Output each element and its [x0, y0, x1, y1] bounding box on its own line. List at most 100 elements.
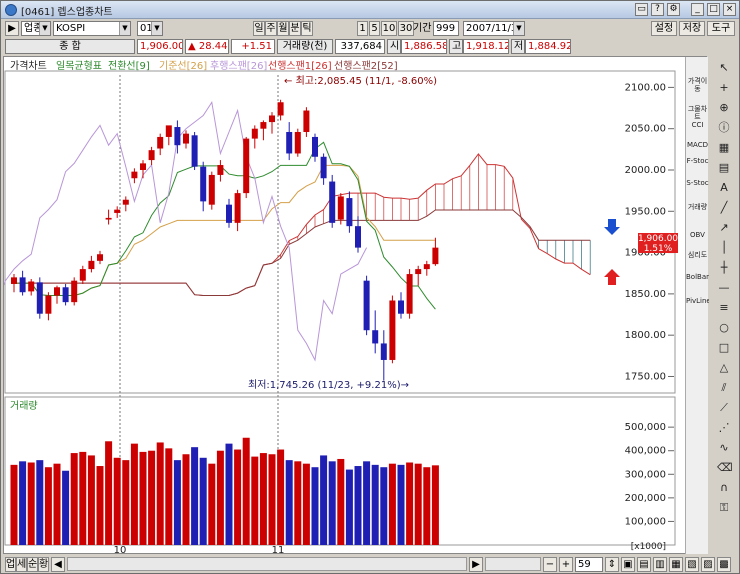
view-icon[interactable]: ▤ — [637, 557, 651, 572]
arrow-line-icon[interactable]: ↗ — [717, 221, 731, 235]
sidebar-item[interactable]: MACD — [686, 141, 709, 149]
view-icon[interactable]: ▩ — [717, 557, 731, 572]
minute-button[interactable]: 10 — [381, 21, 397, 36]
eraser-icon[interactable]: ⌫ — [717, 461, 733, 475]
scroll-left-icon[interactable]: ◀ — [51, 557, 65, 572]
vertical-line-icon[interactable]: │ — [717, 241, 731, 255]
volume-bar — [406, 462, 414, 545]
code-select[interactable]: 01 ▼ — [137, 21, 163, 36]
sidebar-item[interactable]: BolBand — [686, 273, 715, 281]
scroll-right-icon[interactable]: ▶ — [469, 557, 483, 572]
volume-bar — [53, 463, 61, 545]
sidebar-item[interactable]: OBV — [686, 231, 709, 239]
spin-icon[interactable]: ⇕ — [605, 557, 619, 572]
horizontal-line-icon[interactable]: — — [717, 281, 731, 295]
rectangle-icon[interactable]: □ — [717, 341, 731, 355]
magnet-icon[interactable]: ∩ — [717, 481, 731, 495]
legend-base: 기준선[26] — [159, 60, 207, 72]
help-icon[interactable]: ? — [651, 3, 664, 16]
maximize-icon[interactable]: □ — [707, 3, 720, 16]
sidebar-item[interactable]: PivLine — [686, 297, 711, 305]
price-chart-svg[interactable]: 2100.002050.002000.001950.001900.001850.… — [0, 57, 686, 556]
low-label: 저 — [511, 39, 525, 54]
minimize-icon[interactable]: _ — [691, 3, 704, 16]
candle — [62, 283, 69, 306]
period-input[interactable]: 999 — [433, 21, 459, 36]
price-tick: 2100.00 — [625, 82, 666, 93]
candle — [28, 279, 35, 296]
period-tab[interactable]: 주 — [265, 21, 277, 36]
zoom-out-icon[interactable]: − — [543, 557, 557, 572]
sidebar-item[interactable]: 가격이동 — [686, 77, 709, 93]
volume-label: 거래량(천) — [277, 39, 333, 54]
chart-area[interactable]: 2100.00 2050.00 2000.00 1950.00 1900.00 1850.… — [0, 56, 707, 556]
ruler-icon[interactable]: ▤ — [717, 161, 731, 175]
view-icon[interactable]: ▨ — [701, 557, 715, 572]
minute-button[interactable]: 1 — [357, 21, 368, 36]
candle — [355, 216, 361, 253]
settings-button[interactable]: 설정 — [651, 21, 677, 36]
candle — [337, 193, 344, 225]
view-icon[interactable]: ▣ — [621, 557, 635, 572]
period-tab[interactable]: 틱 — [301, 21, 313, 36]
view-icon[interactable]: ▥ — [653, 557, 667, 572]
trend-line-icon[interactable]: ╱ — [717, 201, 731, 215]
candle — [423, 260, 430, 276]
cross-line-icon[interactable]: ┼ — [717, 261, 731, 275]
market-select[interactable]: 업종 ▼ — [21, 21, 51, 36]
horizontal-scrollbar[interactable] — [67, 557, 467, 571]
sidebar-item[interactable]: 그물차트 — [686, 105, 709, 121]
zoom-slider[interactable] — [485, 557, 541, 571]
volume-panel-title: 거래량 — [10, 400, 38, 412]
channel-icon[interactable]: ⫽ — [717, 381, 731, 395]
fibonacci-icon[interactable]: ≡ — [717, 301, 731, 315]
cursor-icon[interactable]: ↖ — [717, 61, 731, 75]
sidebar-item[interactable]: F-Stoc — [686, 157, 709, 165]
candle — [363, 275, 370, 336]
view-icon[interactable]: ▧ — [685, 557, 699, 572]
sidebar-item[interactable]: 거래량 — [686, 203, 709, 211]
date-label: 10 — [114, 545, 127, 553]
volume-bar — [337, 458, 345, 545]
bottom-tab[interactable]: 세 — [16, 557, 27, 572]
info-icon[interactable]: ⓘ — [717, 121, 731, 135]
candle — [191, 131, 198, 170]
period-tab[interactable]: 분 — [289, 21, 301, 36]
zoom-in-icon[interactable]: + — [559, 557, 573, 572]
wave-icon[interactable]: ∿ — [717, 441, 731, 455]
sidebar-item[interactable]: S-Stoc — [686, 179, 709, 187]
minute-button[interactable]: 30 — [398, 21, 414, 36]
circle-icon[interactable]: ○ — [717, 321, 731, 335]
candle — [234, 189, 241, 232]
date-select[interactable]: 2007/11/30 ▼ — [463, 21, 525, 36]
index-select[interactable]: KOSPI ▼ — [53, 21, 131, 36]
zoom-icon[interactable]: ⊕ — [717, 101, 731, 115]
restore-icon[interactable]: ▭ — [635, 3, 648, 16]
bottom-tab[interactable]: 황 — [38, 557, 49, 572]
period-tab[interactable]: 일 — [253, 21, 265, 36]
period-tab[interactable]: 월 — [277, 21, 289, 36]
bottom-tab[interactable]: 업 — [5, 557, 16, 572]
fan-icon[interactable]: ⟋ — [717, 401, 731, 415]
volume-bar — [70, 453, 78, 545]
ruler-icon[interactable]: ▦ — [717, 141, 731, 155]
bottom-tab[interactable]: 순 — [27, 557, 38, 572]
minute-button[interactable]: 5 — [369, 21, 380, 36]
tools-button[interactable]: 도구 — [707, 21, 735, 36]
sidebar-item[interactable]: CCI — [686, 121, 709, 129]
crosshair-icon[interactable]: + — [717, 81, 731, 95]
candle — [243, 136, 250, 199]
view-icon[interactable]: ▦ — [669, 557, 683, 572]
play-icon[interactable]: ▶ — [5, 21, 19, 36]
sidebar-item[interactable]: 심리도 — [686, 251, 709, 259]
date-label: 11 — [272, 545, 285, 553]
settings-icon[interactable]: ⚙ — [667, 3, 680, 16]
candle — [380, 330, 387, 381]
zoom-value[interactable]: 59 — [575, 557, 603, 572]
triangle-icon[interactable]: △ — [717, 361, 731, 375]
text-icon[interactable]: A — [717, 181, 731, 195]
close-icon[interactable]: × — [723, 3, 736, 16]
save-button[interactable]: 저장 — [679, 21, 705, 36]
lock-icon[interactable]: ⚿ — [717, 501, 731, 515]
gann-icon[interactable]: ⋰ — [717, 421, 731, 435]
